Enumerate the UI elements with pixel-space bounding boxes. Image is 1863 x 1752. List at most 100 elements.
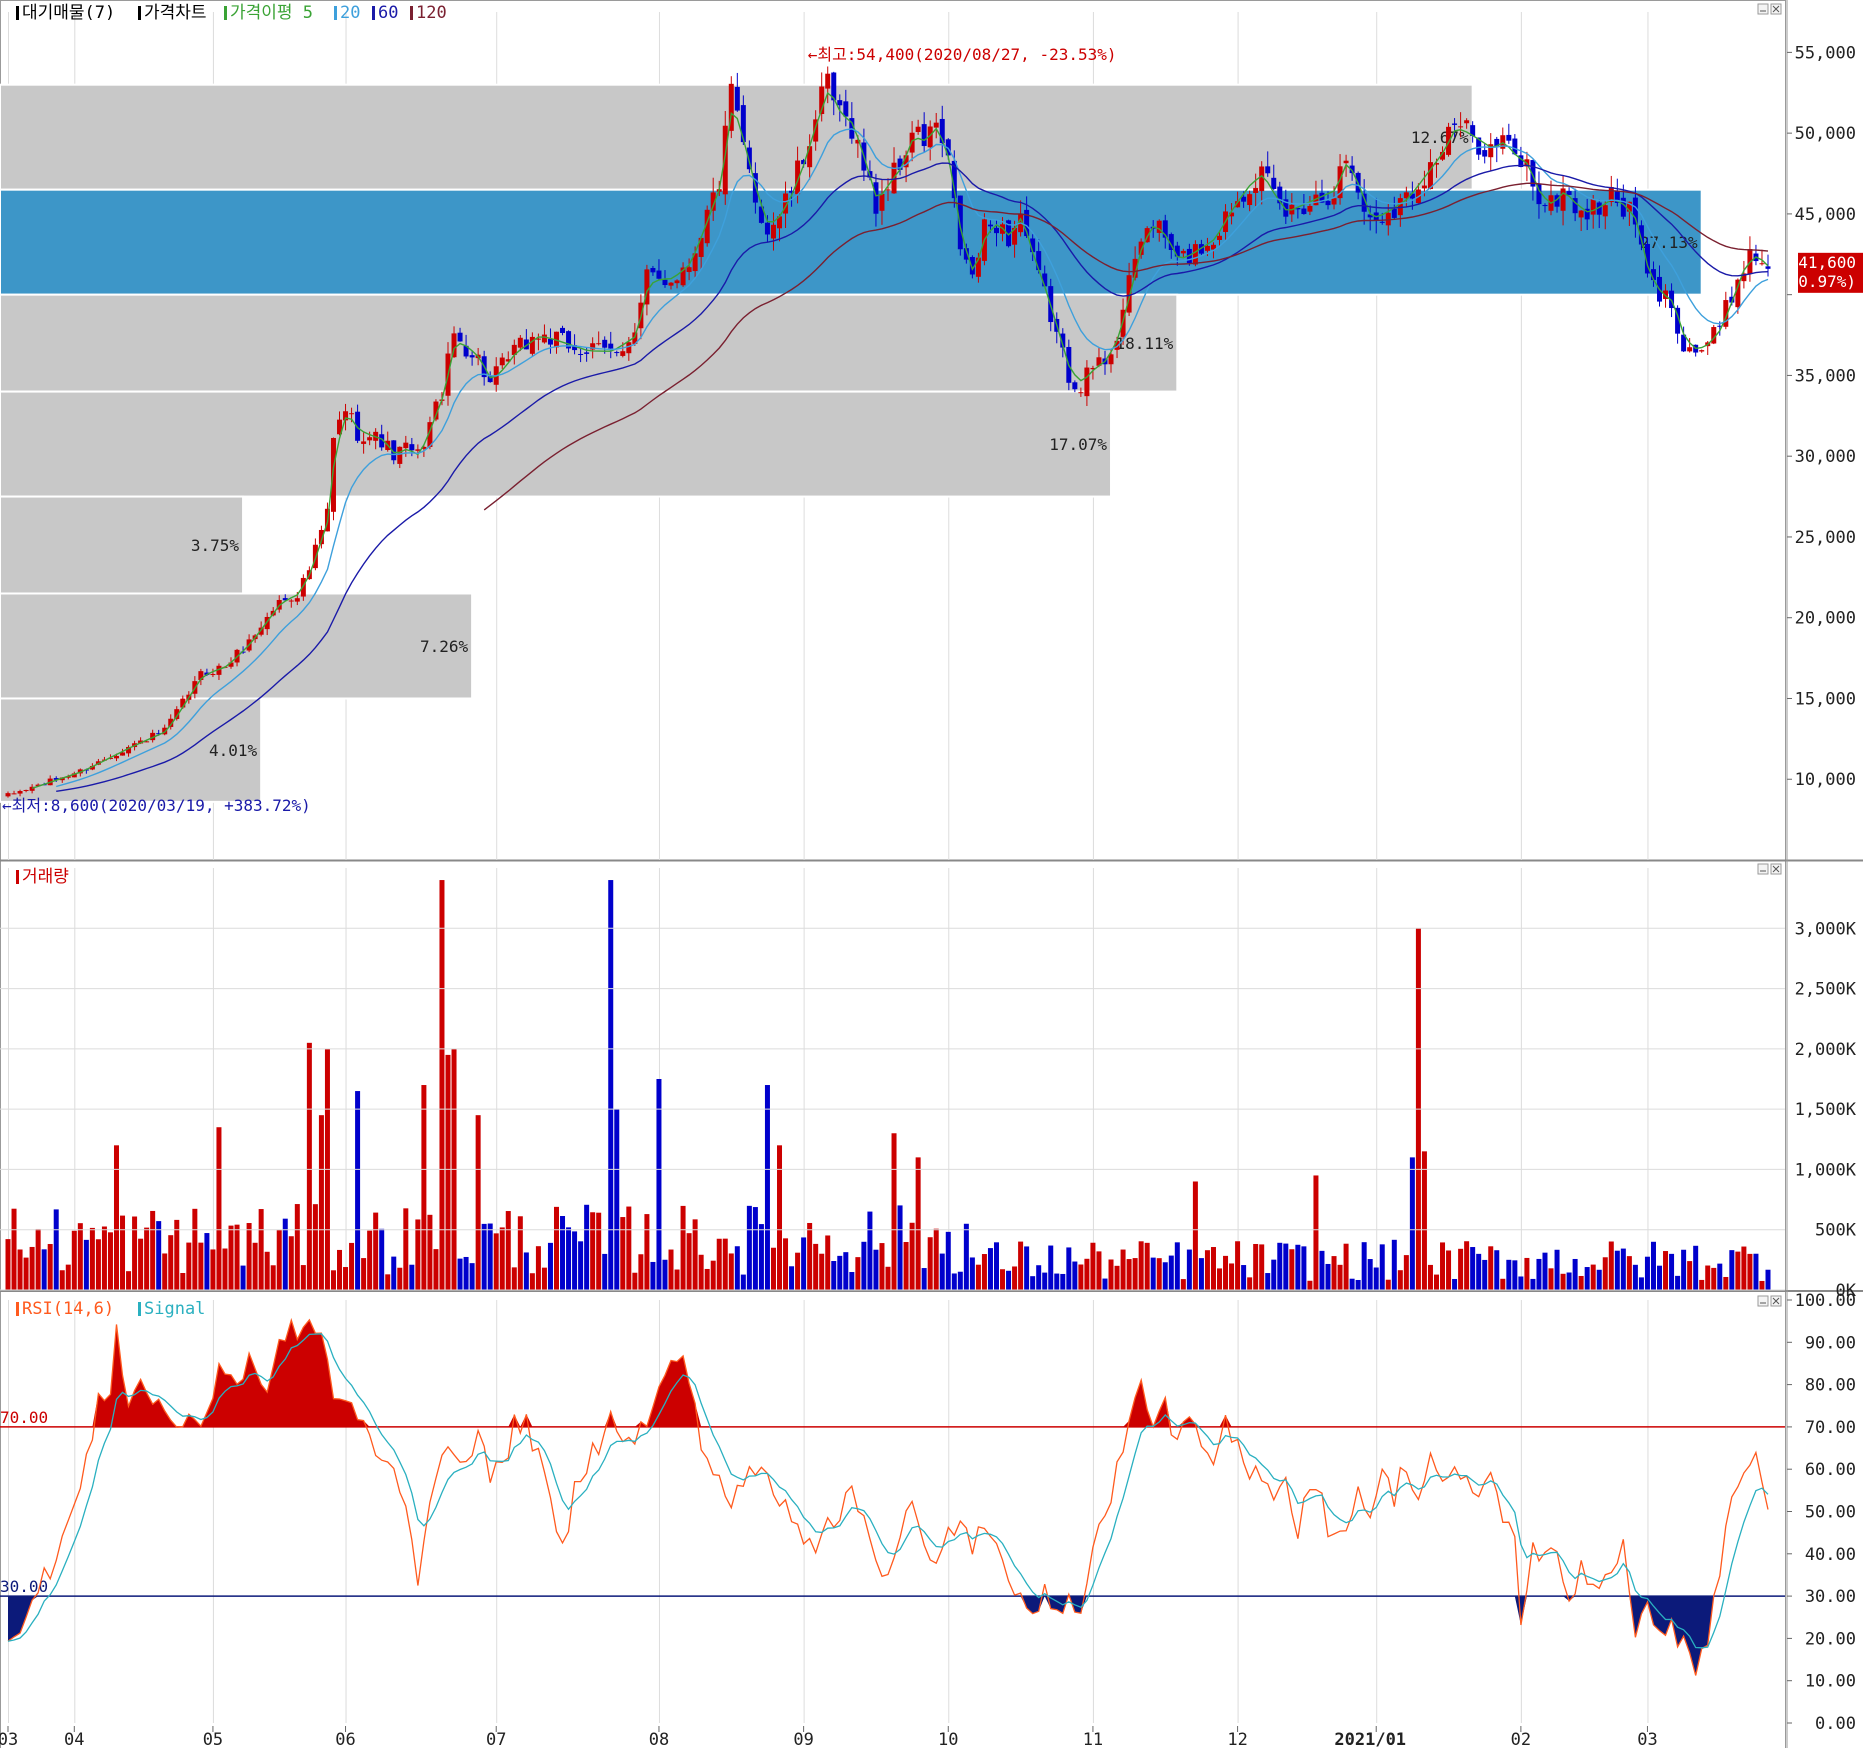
candle-body <box>807 146 813 168</box>
supply-zone <box>0 592 474 700</box>
volume-bar <box>499 1227 505 1290</box>
volume-bar <box>1614 1250 1620 1290</box>
volume-bar <box>1494 1250 1500 1290</box>
volume-bar <box>1217 1268 1223 1290</box>
y-tick-label: 40.00 <box>1805 1545 1856 1565</box>
candle-body <box>1325 200 1331 206</box>
volume-bar <box>1102 1278 1108 1290</box>
volume-bar <box>150 1210 156 1290</box>
volume-bar <box>198 1242 204 1290</box>
volume-bar <box>162 1253 168 1290</box>
volume-bar <box>397 1267 403 1290</box>
candle-body <box>614 352 620 354</box>
volume-bar <box>867 1211 873 1290</box>
volume-bar <box>1162 1262 1168 1290</box>
volume-bar <box>716 1238 722 1290</box>
candle-body <box>1391 208 1397 218</box>
candle-body <box>1578 210 1584 218</box>
volume-bar <box>1180 1279 1186 1290</box>
volume-bar <box>789 1266 795 1290</box>
legend-entry: 가격이평 5 <box>230 3 313 23</box>
volume-bar <box>1301 1246 1307 1290</box>
volume-bar <box>505 1211 511 1290</box>
volume-bar <box>777 1145 783 1290</box>
volume-bar <box>1596 1269 1602 1290</box>
candle-body <box>1241 196 1247 202</box>
volume-bar <box>1572 1258 1578 1290</box>
candle-body <box>1078 392 1084 394</box>
candle-body <box>1271 177 1277 189</box>
supply-zone-label: 7.26% <box>420 637 469 656</box>
volume-bar <box>698 1254 704 1290</box>
y-tick-label: 25,000 <box>1795 528 1856 548</box>
volume-bar <box>1753 1253 1759 1290</box>
volume-bar <box>1440 1242 1446 1290</box>
candle-body <box>1192 244 1198 265</box>
volume-bar <box>276 1230 282 1290</box>
volume-bar <box>596 1212 602 1290</box>
volume-bar <box>409 1264 415 1290</box>
candle-body <box>650 268 656 273</box>
volume-bar <box>1259 1244 1265 1290</box>
volume-bar <box>1000 1269 1006 1290</box>
volume-bar <box>1554 1249 1560 1290</box>
volume-bar <box>608 880 614 1290</box>
volume-bar <box>481 1223 487 1290</box>
high-price-annotation: ←최고:54,400(2020/08/27, -23.53%) <box>808 45 1117 64</box>
volume-bar <box>463 1256 469 1290</box>
y-tick-label: 20,000 <box>1795 609 1856 629</box>
volume-bar <box>1657 1265 1663 1290</box>
volume-bar <box>469 1263 475 1290</box>
volume-bar <box>578 1241 584 1290</box>
volume-bar <box>873 1249 879 1290</box>
legend-swatch <box>138 6 141 20</box>
volume-bar <box>566 1227 572 1290</box>
volume-bar <box>752 1207 758 1290</box>
volume-legend: 거래량 <box>16 867 69 887</box>
x-tick-label: 06 <box>335 1730 355 1748</box>
candle-body <box>608 343 614 349</box>
rsi-legend: RSI(14,6) Signal <box>16 1299 205 1319</box>
candle-body <box>686 267 692 273</box>
volume-bar <box>1295 1244 1301 1290</box>
candle-body <box>1566 191 1572 195</box>
volume-bar <box>1156 1258 1162 1290</box>
volume-bar <box>1150 1257 1156 1290</box>
volume-bar <box>1669 1253 1675 1290</box>
volume-bar <box>813 1243 819 1290</box>
legend-entry: RSI(14,6) <box>22 1299 114 1319</box>
legend-entry: Signal <box>144 1299 205 1319</box>
volume-bar <box>1578 1275 1584 1290</box>
candle-body <box>1421 185 1427 189</box>
volume-bar <box>1536 1258 1542 1290</box>
volume-bar <box>101 1226 107 1290</box>
volume-bar <box>343 1267 349 1290</box>
candle-body <box>1687 347 1693 352</box>
minimize-icon[interactable] <box>1757 1295 1769 1307</box>
volume-bar <box>270 1265 276 1290</box>
volume-bar <box>71 1230 77 1290</box>
volume-bar <box>1084 1258 1090 1290</box>
volume-bar <box>445 1054 451 1290</box>
candle-body <box>921 124 927 147</box>
volume-bar <box>95 1239 101 1290</box>
volume-bar <box>680 1205 686 1290</box>
legend-entry: 대기매물(7) <box>22 3 115 23</box>
volume-bar <box>1608 1241 1614 1290</box>
volume-bar <box>1409 1157 1415 1290</box>
volume-bar <box>807 1222 813 1290</box>
legend-swatch <box>410 6 413 20</box>
volume-bar <box>1699 1279 1705 1290</box>
volume-bar <box>1006 1270 1012 1290</box>
minimize-icon[interactable] <box>1757 3 1769 15</box>
legend-entry: 60 <box>378 3 398 23</box>
volume-bar <box>1277 1242 1283 1290</box>
stock-chart[interactable]: 12.67%27.13%18.11%17.07%3.75%7.26%4.01%5… <box>0 0 1863 1750</box>
volume-bar <box>993 1242 999 1290</box>
volume-bar <box>1174 1242 1180 1290</box>
volume-bar <box>1054 1273 1060 1290</box>
minimize-icon[interactable] <box>1757 863 1769 875</box>
volume-bar <box>1729 1250 1735 1290</box>
volume-bar <box>1560 1273 1566 1290</box>
volume-bar <box>1735 1251 1741 1290</box>
